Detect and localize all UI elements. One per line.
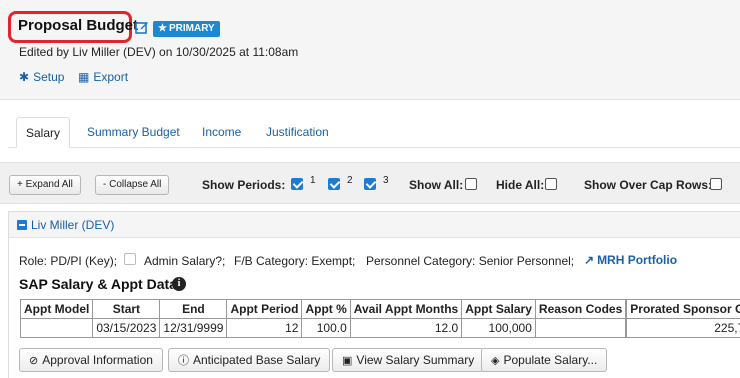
approval-information-label: Approval Information	[42, 353, 153, 367]
external-link-icon: ↗	[584, 253, 595, 267]
show-all-label: Show All:	[409, 178, 464, 192]
cell-avail-appt-months: 12.0	[349, 318, 463, 338]
cell-appt-percent: 100.0	[301, 318, 351, 338]
setup-link[interactable]: ✱ Setup	[19, 70, 64, 84]
period-2-label: 2	[347, 175, 353, 186]
edited-by-text: Edited by Liv Miller (DEV) on 10/30/2025…	[19, 45, 299, 59]
paint-bucket-icon: ◈	[491, 355, 500, 367]
approval-information-button[interactable]: ⊘ Approval Information	[19, 348, 163, 372]
view-salary-summary-button[interactable]: ▣ View Salary Summary	[332, 348, 485, 372]
col-appt-period: Appt Period	[226, 299, 303, 319]
table-header-row: Appt Model Start End Appt Period Appt % …	[19, 299, 740, 319]
export-label: Export	[93, 70, 129, 84]
collapse-icon[interactable]	[17, 220, 27, 230]
hide-all-checkbox[interactable]	[545, 178, 557, 190]
info-circle-icon: ⓘ	[178, 355, 189, 367]
tab-bar: Salary Summary Budget Income Justificati…	[8, 117, 740, 148]
table-row: 03/15/2023 12/31/9999 12 100.0 12.0 100,…	[19, 318, 740, 338]
admin-salary-checkbox[interactable]	[124, 253, 136, 265]
sap-section-title: SAP Salary & Appt Data	[19, 276, 177, 292]
hide-all-label: Hide All:	[496, 178, 545, 192]
gear-icon: ✱	[19, 70, 30, 84]
show-over-cap-checkbox[interactable]	[710, 178, 722, 190]
period-3-label: 3	[383, 175, 389, 186]
cell-appt-period: 12	[226, 318, 303, 338]
populate-salary-label: Populate Salary...	[503, 353, 598, 367]
col-appt-model: Appt Model	[19, 299, 94, 319]
check-circle-icon: ⊘	[29, 355, 39, 367]
setup-label: Setup	[33, 70, 65, 84]
filter-bar: + Expand All - Collapse All Show Periods…	[0, 162, 740, 204]
tab-justification[interactable]: Justification	[266, 117, 329, 148]
clipboard-icon: ▣	[342, 355, 353, 367]
star-icon: ★	[158, 23, 167, 34]
col-end: End	[159, 299, 228, 319]
show-all-checkbox[interactable]	[465, 178, 477, 190]
cell-start: 03/15/2023	[92, 318, 161, 338]
export-link[interactable]: ▦ Export	[78, 70, 128, 84]
cell-prorated-sponsor-cap: 225,700	[626, 318, 740, 338]
col-avail-appt-months: Avail Appt Months	[349, 299, 463, 319]
mrh-portfolio-label: MRH Portfolio	[597, 253, 678, 267]
info-icon[interactable]: i	[172, 277, 186, 291]
tab-income[interactable]: Income	[202, 117, 241, 148]
col-reason-codes: Reason Codes	[534, 299, 627, 319]
view-salary-summary-label: View Salary Summary	[356, 353, 475, 367]
period-1-label: 1	[310, 175, 316, 186]
populate-salary-button[interactable]: ◈ Populate Salary...	[481, 348, 608, 372]
page-title: Proposal Budget	[18, 17, 139, 34]
anticipated-base-salary-label: Anticipated Base Salary	[193, 353, 321, 367]
person-panel-header[interactable]: Liv Miller (DEV)	[9, 212, 740, 238]
show-periods-label: Show Periods:	[202, 178, 286, 192]
edit-icon[interactable]	[135, 20, 149, 34]
tab-summary-budget[interactable]: Summary Budget	[87, 117, 180, 148]
show-over-cap-label: Show Over Cap Rows:	[584, 178, 713, 192]
cell-appt-salary: 100,000	[461, 318, 536, 338]
admin-salary-label: Admin Salary?;	[144, 254, 226, 268]
expand-all-button[interactable]: + Expand All	[9, 175, 81, 195]
collapse-all-button[interactable]: - Collapse All	[95, 175, 170, 195]
cell-end: 12/31/9999	[159, 318, 228, 338]
table-icon: ▦	[78, 70, 90, 84]
mrh-portfolio-link[interactable]: ↗ MRH Portfolio	[584, 253, 677, 267]
anticipated-base-salary-button[interactable]: ⓘ Anticipated Base Salary	[168, 348, 331, 372]
col-start: Start	[92, 299, 161, 319]
col-prorated-sponsor-cap: Prorated Sponsor Cap	[626, 299, 740, 319]
col-appt-salary: Appt Salary	[461, 299, 536, 319]
period-3-checkbox[interactable]	[364, 178, 376, 190]
fb-category-text: F/B Category: Exempt;	[234, 254, 356, 268]
period-1-checkbox[interactable]	[291, 178, 303, 190]
tab-salary[interactable]: Salary	[16, 117, 71, 148]
personnel-category-text: Personnel Category: Senior Personnel;	[366, 254, 575, 268]
primary-badge-label: PRIMARY	[168, 23, 215, 34]
cell-reason-codes	[534, 318, 627, 338]
cell-appt-model	[19, 318, 94, 338]
role-text: Role: PD/PI (Key);	[19, 254, 118, 268]
sap-table: Appt Model Start End Appt Period Appt % …	[19, 299, 740, 338]
period-2-checkbox[interactable]	[328, 178, 340, 190]
primary-badge: ★ PRIMARY	[153, 21, 220, 37]
col-appt-percent: Appt %	[301, 299, 351, 319]
person-name[interactable]: Liv Miller (DEV)	[31, 218, 114, 232]
